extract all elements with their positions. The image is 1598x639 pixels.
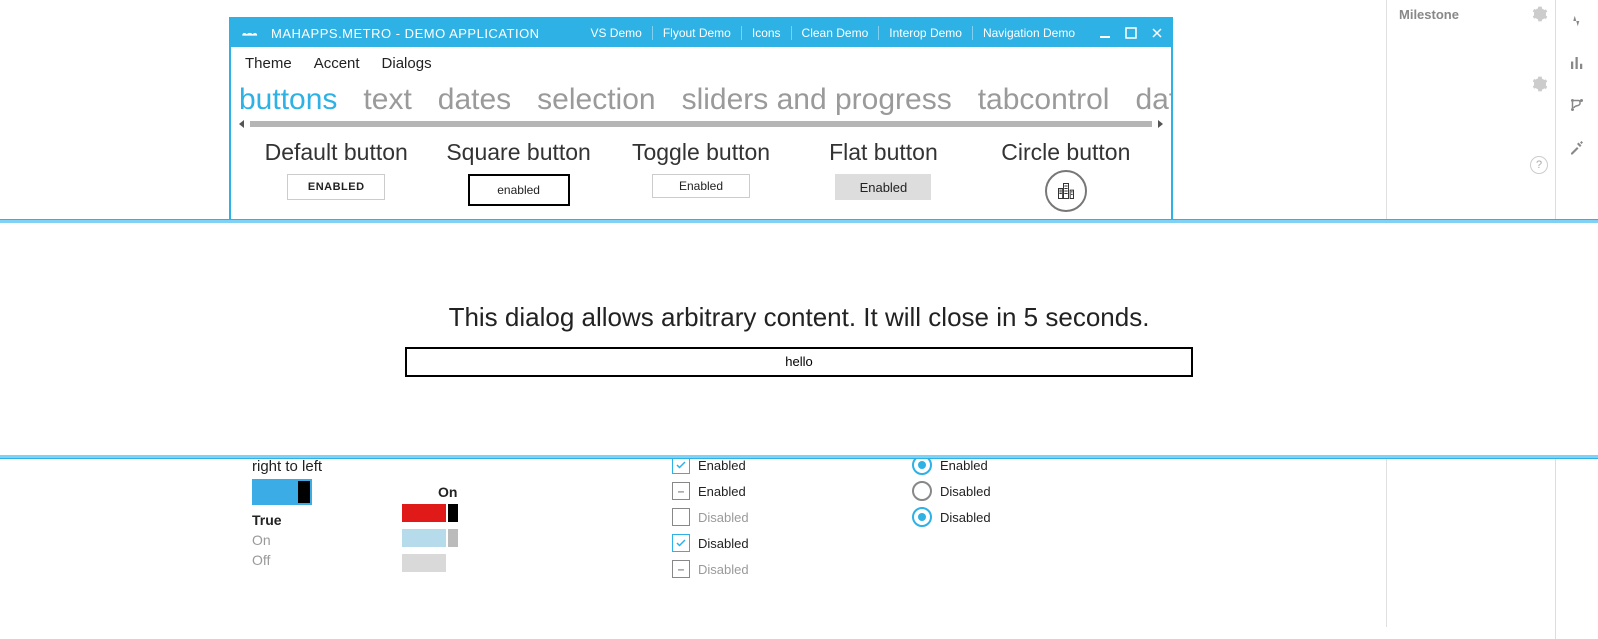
value-off: Off	[252, 552, 402, 568]
head-default: Default button	[245, 139, 427, 166]
label-on: On	[438, 484, 582, 500]
radio-disabled-1[interactable]: Disabled	[912, 478, 1112, 504]
scroll-left-icon[interactable]	[239, 120, 244, 128]
square-button[interactable]: enabled	[468, 174, 570, 206]
tab-tabcontrol[interactable]: tabcontrol	[978, 83, 1110, 117]
tools-icon[interactable]	[1568, 138, 1586, 156]
value-on: On	[252, 532, 402, 548]
city-icon	[1056, 181, 1076, 201]
window-title: MAHAPPS.METRO - DEMO APPLICATION	[271, 26, 540, 41]
menubar: Theme Accent Dialogs	[231, 47, 1171, 79]
link-interop-demo[interactable]: Interop Demo	[879, 26, 973, 40]
link-vs-demo[interactable]: VS Demo	[580, 26, 652, 40]
check-disabled-3[interactable]: –Disabled	[672, 556, 912, 582]
menu-accent[interactable]: Accent	[314, 55, 360, 72]
menu-theme[interactable]: Theme	[245, 55, 292, 72]
tab-strip: buttons text dates selection sliders and…	[231, 79, 1171, 117]
color-gray[interactable]	[402, 554, 448, 572]
pulse-icon[interactable]	[1568, 12, 1586, 30]
radio-disabled-2[interactable]: Disabled	[912, 504, 1112, 530]
menu-dialogs[interactable]: Dialogs	[382, 55, 432, 72]
tab-selection[interactable]: selection	[537, 83, 655, 117]
branch-icon[interactable]	[1568, 96, 1586, 114]
value-true: True	[252, 512, 402, 528]
head-square: Square button	[427, 139, 609, 166]
close-button[interactable]	[1151, 27, 1163, 39]
flat-button[interactable]: Enabled	[835, 174, 931, 200]
milestone-label: Milestone	[1399, 7, 1459, 22]
tab-dates[interactable]: dates	[438, 83, 511, 117]
scroll-right-icon[interactable]	[1158, 120, 1163, 128]
tab-text[interactable]: text	[363, 83, 411, 117]
check-enabled-2[interactable]: –Enabled	[672, 478, 912, 504]
head-toggle: Toggle button	[610, 139, 792, 166]
maximize-button[interactable]	[1125, 27, 1137, 39]
lower-content: right to left True On Off On Enabled –En…	[230, 452, 1170, 582]
app-window: MAHAPPS.METRO - DEMO APPLICATION VS Demo…	[230, 18, 1172, 231]
check-disabled-1[interactable]: Disabled	[672, 504, 912, 530]
head-flat: Flat button	[792, 139, 974, 166]
toggle-button[interactable]: Enabled	[652, 174, 750, 198]
dialog-message: This dialog allows arbitrary content. It…	[449, 302, 1150, 333]
titlebar: MAHAPPS.METRO - DEMO APPLICATION VS Demo…	[231, 19, 1171, 47]
tab-datagrid[interactable]: datagrid	[1135, 83, 1171, 117]
title-links: VS Demo Flyout Demo Icons Clean Demo Int…	[580, 26, 1085, 40]
help-icon[interactable]: ?	[1530, 156, 1548, 174]
link-flyout-demo[interactable]: Flyout Demo	[653, 26, 742, 40]
link-icons[interactable]: Icons	[742, 26, 792, 40]
rtl-label: right to left	[252, 458, 402, 475]
link-clean-demo[interactable]: Clean Demo	[792, 26, 880, 40]
section-heads: Default button Square button Toggle butt…	[231, 129, 1171, 174]
tab-sliders[interactable]: sliders and progress	[682, 83, 952, 117]
head-circle: Circle button	[975, 139, 1157, 166]
dialog-overlay: This dialog allows arbitrary content. It…	[0, 220, 1598, 458]
chart-icon[interactable]	[1568, 54, 1586, 72]
tab-buttons[interactable]: buttons	[239, 83, 337, 117]
color-red[interactable]	[402, 504, 448, 522]
dialog-input[interactable]	[405, 347, 1193, 377]
circle-button[interactable]	[1045, 170, 1087, 212]
link-navigation-demo[interactable]: Navigation Demo	[973, 26, 1085, 40]
color-lblue[interactable]	[402, 529, 448, 547]
rtl-switch[interactable]	[252, 479, 312, 505]
tab-scrollbar[interactable]	[239, 119, 1163, 129]
gear-icon[interactable]	[1532, 6, 1548, 22]
check-disabled-2[interactable]: Disabled	[672, 530, 912, 556]
minimize-button[interactable]	[1099, 27, 1111, 39]
default-button[interactable]: ENABLED	[287, 174, 385, 200]
app-logo-icon	[239, 24, 265, 42]
gear-icon-2[interactable]	[1532, 76, 1548, 92]
